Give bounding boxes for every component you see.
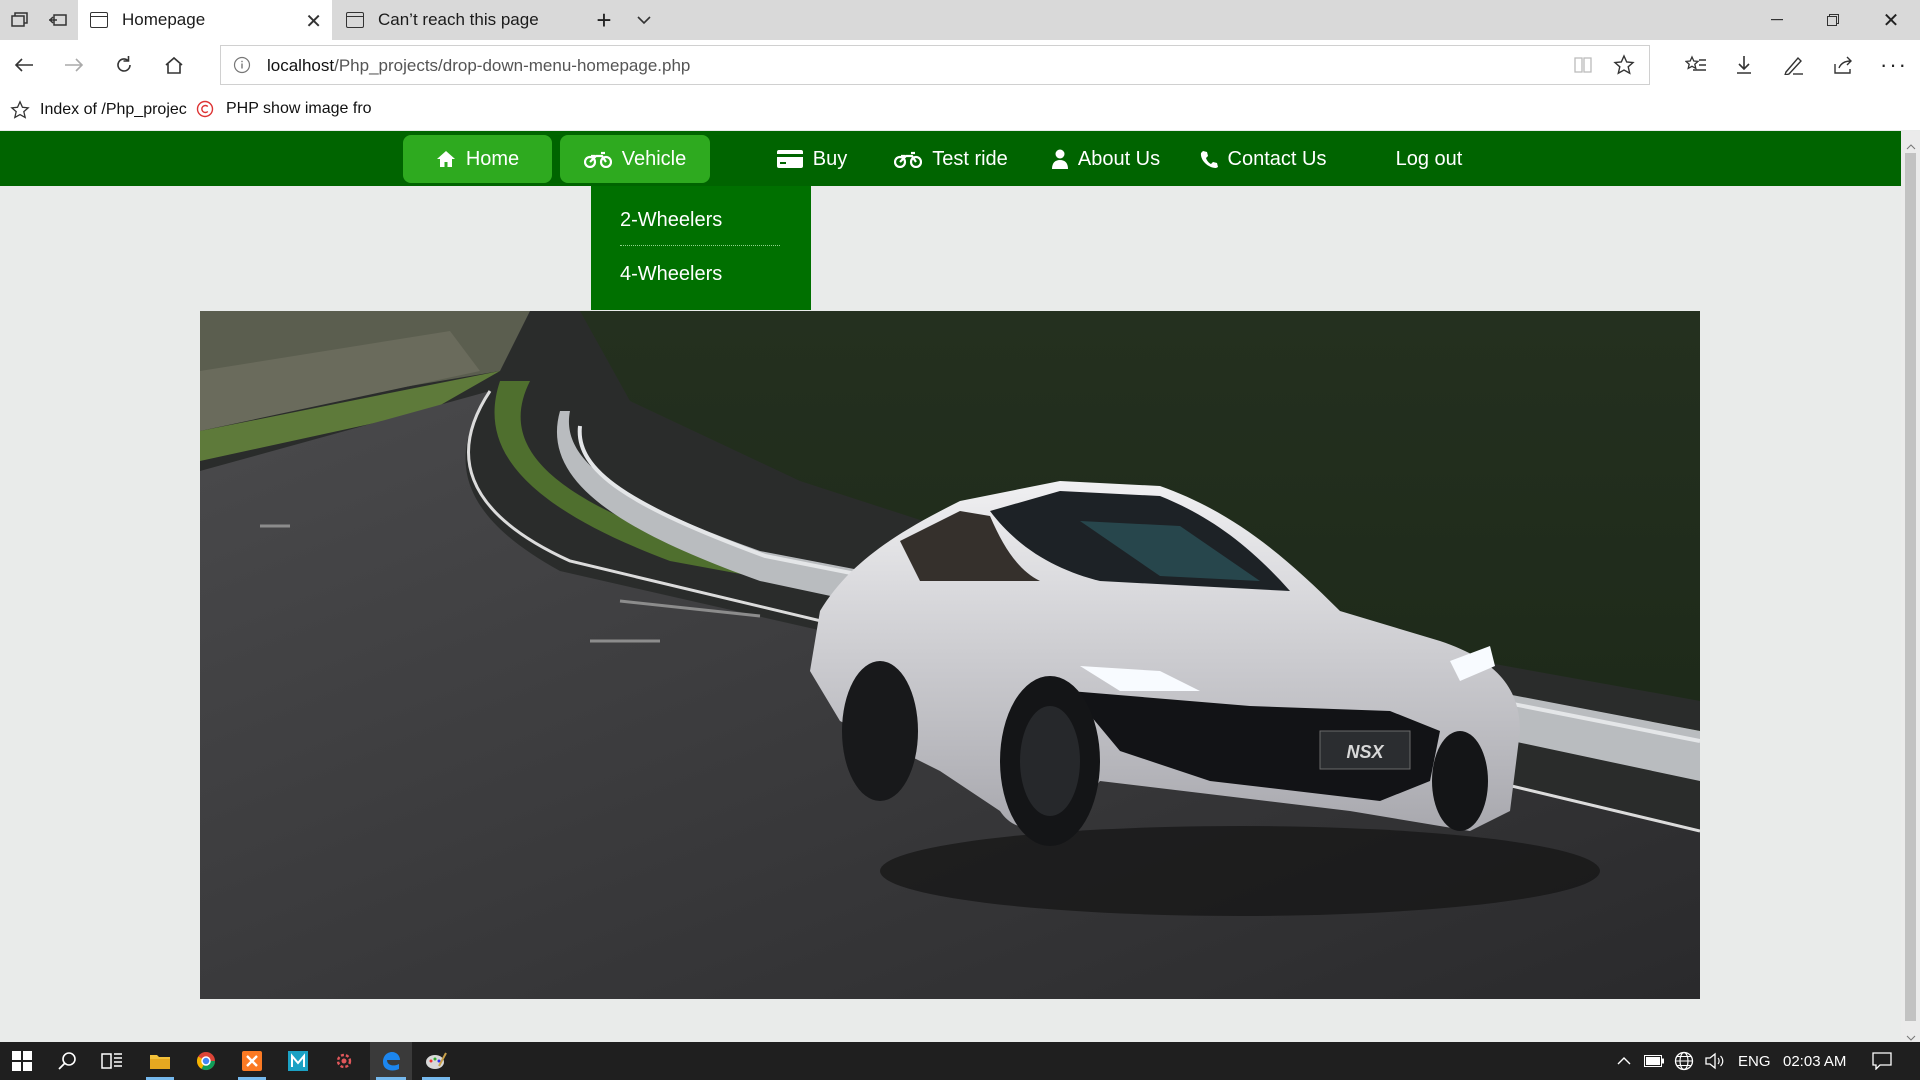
favorite-label: PHP show image fro [226, 100, 372, 117]
battery-icon[interactable] [1640, 1042, 1668, 1080]
tab-title: Homepage [122, 10, 206, 29]
close-tab-icon[interactable]: ✕ [305, 9, 322, 34]
settings-gear-app-icon[interactable] [324, 1042, 364, 1080]
language-indicator[interactable]: ENG [1738, 1053, 1771, 1070]
set-aside-tabs-icon[interactable] [6, 8, 34, 32]
restore-icon[interactable] [1816, 6, 1850, 34]
nav-log-out[interactable]: Log out [1378, 135, 1480, 183]
nav-vehicle[interactable]: Vehicle [560, 135, 710, 183]
nav-label: Log out [1395, 147, 1463, 170]
url-host: localhost [267, 56, 335, 75]
star-outline-icon [10, 100, 30, 120]
tab-preview-chevron-icon[interactable] [630, 6, 658, 34]
nav-label: Vehicle [621, 147, 687, 170]
vehicle-dropdown-menu: 2-Wheelers 4-Wheelers [591, 186, 811, 310]
favorite-label: Index of /Php_projec [40, 101, 187, 118]
tab-bar: Homepage ✕ Can’t reach this page + ✕ [0, 0, 1920, 40]
copyright-c-icon [196, 100, 214, 118]
nav-test-ride[interactable]: Test ride [880, 135, 1022, 183]
favorite-star-icon[interactable] [1613, 54, 1635, 81]
page-icon [90, 12, 108, 28]
page-scrollbar[interactable] [1901, 131, 1920, 1042]
file-explorer-icon[interactable] [140, 1042, 180, 1080]
credit-card-icon [776, 150, 803, 168]
address-bar[interactable]: localhost/Php_projects/drop-down-menu-ho… [220, 45, 1650, 85]
home-icon [436, 151, 455, 167]
new-tab-icon[interactable]: + [590, 5, 618, 35]
favorite-index-of[interactable]: Index of /Php_projec [10, 100, 187, 120]
back-icon[interactable] [8, 50, 40, 80]
reading-view-icon[interactable] [1573, 56, 1593, 79]
xampp-icon[interactable] [232, 1042, 272, 1080]
car-on-track-illustration: NSX [200, 311, 1700, 999]
volume-icon[interactable] [1700, 1042, 1728, 1080]
page-icon [346, 12, 364, 28]
nav-label: About Us [1077, 147, 1161, 170]
url-path: /Php_projects/drop-down-menu-homepage.ph… [334, 56, 691, 75]
nav-label: Buy [812, 147, 848, 170]
dropdown-item-4-wheelers[interactable]: 4-Wheelers [620, 263, 722, 286]
refresh-icon[interactable] [108, 50, 140, 80]
edge-icon[interactable] [370, 1042, 412, 1080]
windows-taskbar: ENG 02:03 AM [0, 1042, 1920, 1080]
windows-start-icon[interactable] [0, 1042, 44, 1080]
nav-about-us[interactable]: About Us [1044, 135, 1168, 183]
minimize-icon[interactable] [1760, 6, 1794, 34]
nav-label: Home [465, 147, 520, 170]
url-text[interactable]: localhost/Php_projects/drop-down-menu-ho… [267, 56, 690, 76]
hero-car-image: NSX [200, 311, 1700, 999]
info-icon[interactable] [233, 56, 251, 79]
action-center-notification-icon[interactable] [1862, 1042, 1902, 1080]
dropdown-item-2-wheelers[interactable]: 2-Wheelers [620, 209, 722, 232]
task-view-icon[interactable] [92, 1042, 132, 1080]
close-window-icon[interactable]: ✕ [1874, 6, 1908, 34]
tab-cant-reach[interactable]: Can’t reach this page [334, 0, 582, 40]
forward-icon[interactable] [58, 50, 90, 80]
user-icon [1051, 149, 1068, 169]
nav-home[interactable]: Home [403, 135, 552, 183]
nav-label: Test ride [932, 147, 1008, 170]
nav-contact-us[interactable]: Contact Us [1196, 135, 1330, 183]
tab-homepage[interactable]: Homepage ✕ [78, 0, 332, 40]
favorite-php-show-image[interactable]: PHP show image fro [196, 100, 372, 118]
nav-label: Contact Us [1227, 147, 1327, 170]
share-icon[interactable] [1828, 50, 1860, 80]
nav-buy[interactable]: Buy [742, 135, 882, 183]
license-plate-text: NSX [1346, 742, 1384, 762]
phone-icon [1200, 151, 1218, 168]
site-navbar: Home Vehicle Buy Test ride About Us Cont… [0, 131, 1901, 186]
downloads-icon[interactable] [1728, 50, 1760, 80]
page-viewport: Home Vehicle Buy Test ride About Us Cont… [0, 131, 1901, 1042]
tab-title: Can’t reach this page [378, 10, 539, 29]
paint-app-icon[interactable] [416, 1042, 456, 1080]
m-app-icon[interactable] [278, 1042, 318, 1080]
scroll-thumb[interactable] [1905, 153, 1916, 1021]
more-menu-icon[interactable]: ··· [1878, 50, 1910, 80]
tabs-aside-icon[interactable] [44, 8, 72, 32]
favorites-hub-icon[interactable] [1680, 50, 1712, 80]
pen-notes-icon[interactable] [1778, 50, 1810, 80]
network-globe-icon[interactable] [1670, 1042, 1698, 1080]
dropdown-divider [620, 245, 780, 246]
tray-chevron-up-icon[interactable] [1612, 1042, 1636, 1080]
motorcycle-icon [894, 151, 923, 168]
motorcycle-icon [583, 151, 612, 168]
chrome-icon[interactable] [186, 1042, 226, 1080]
search-icon[interactable] [48, 1042, 88, 1080]
home-button-icon[interactable] [158, 50, 190, 80]
clock-time[interactable]: 02:03 AM [1783, 1053, 1846, 1070]
